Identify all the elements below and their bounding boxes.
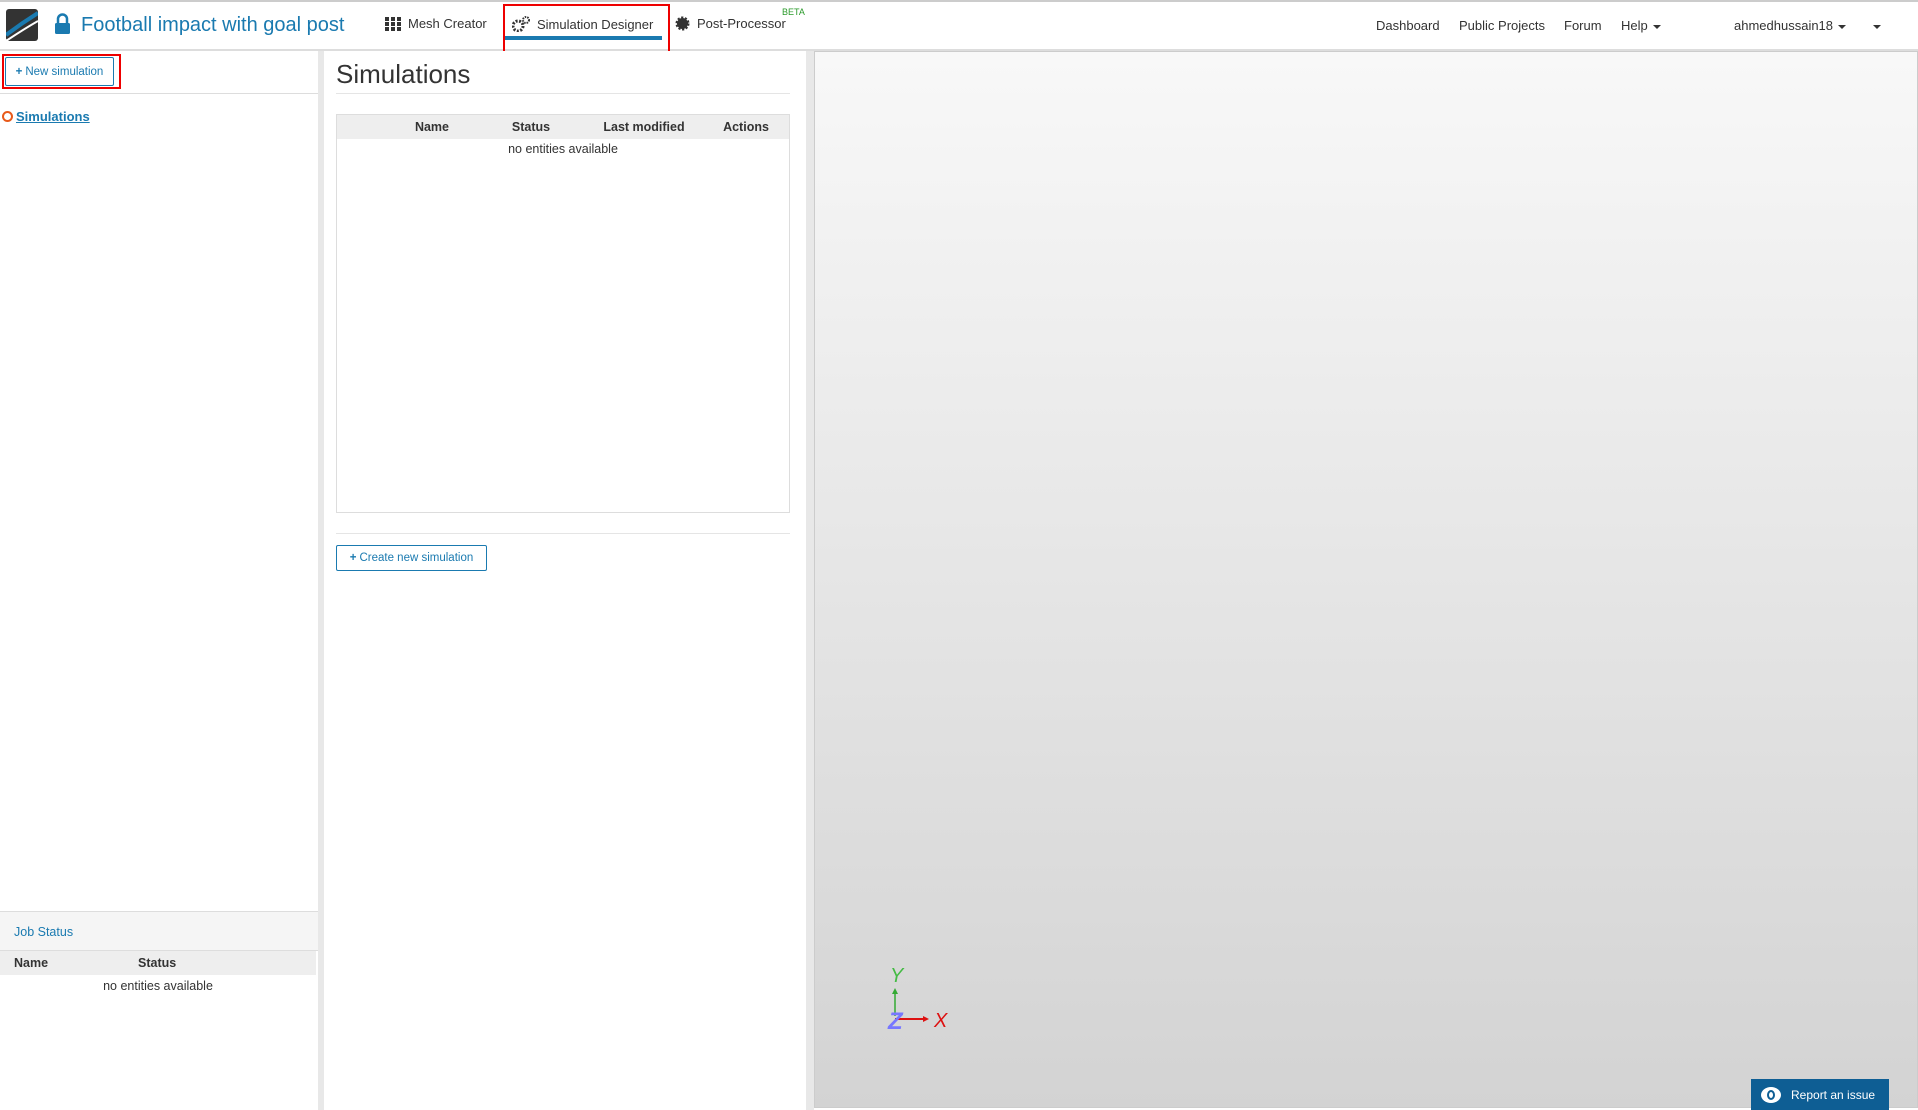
tab-label: Post-Processor xyxy=(697,16,786,31)
highlight-box xyxy=(2,54,121,89)
tab-label: Mesh Creator xyxy=(408,16,487,31)
caret-down-icon xyxy=(1652,24,1661,29)
divider xyxy=(336,533,790,534)
nav-public-projects[interactable]: Public Projects xyxy=(1459,18,1545,33)
3d-viewport[interactable]: Y Z X Report an issue xyxy=(814,51,1918,1110)
highlight-box xyxy=(503,4,670,53)
empty-message: no entities available xyxy=(103,979,213,993)
job-status-table: Name Status no entities available xyxy=(0,951,316,997)
feedback-icon xyxy=(1761,1086,1781,1103)
column-header-actions: Actions xyxy=(723,120,769,134)
username: ahmedhussain18 xyxy=(1734,18,1834,33)
gear-icon xyxy=(675,16,690,31)
divider xyxy=(336,93,790,94)
tree-item-label: Simulations xyxy=(16,109,90,124)
grid-icon xyxy=(385,16,401,31)
middle-panel: Simulations Name Status Last modified Ac… xyxy=(324,51,808,1110)
project-title: Football impact with goal post xyxy=(81,14,345,36)
app-logo[interactable] xyxy=(6,9,38,41)
button-label: Create new simulation xyxy=(359,552,474,564)
plus-icon: + xyxy=(349,552,357,564)
column-header-last-modified[interactable]: Last modified xyxy=(585,115,703,139)
help-label: Help xyxy=(1621,18,1648,33)
axis-y-label: Y xyxy=(890,965,904,987)
empty-message: no entities available xyxy=(508,142,618,156)
column-header-name[interactable]: Name xyxy=(337,115,477,139)
axis-z-label: Z xyxy=(888,1008,903,1035)
top-navbar: Football impact with goal post Mesh Crea… xyxy=(0,0,1918,53)
simulations-table: Name Status Last modified Actions no ent… xyxy=(336,114,790,513)
column-header-status[interactable]: Status xyxy=(100,951,316,975)
nav-forum[interactable]: Forum xyxy=(1564,18,1602,33)
right-splitter[interactable] xyxy=(806,51,814,1110)
button-label: Report an issue xyxy=(1791,1087,1876,1102)
nav-help[interactable]: Help xyxy=(1621,18,1661,33)
extra-menu[interactable] xyxy=(1868,18,1881,33)
status-circle-icon xyxy=(2,111,13,122)
caret-down-icon xyxy=(1838,24,1847,29)
page-title: Simulations xyxy=(336,59,471,89)
create-new-simulation-button[interactable]: + Create new simulation xyxy=(336,545,487,571)
job-status-title: Job Status xyxy=(0,912,318,951)
divider xyxy=(0,93,318,94)
column-header-status[interactable]: Status xyxy=(477,115,585,139)
tree-item-simulations[interactable]: Simulations xyxy=(2,109,90,124)
left-panel: + New simulation Simulations Job Status N… xyxy=(0,51,318,1110)
axis-x-label: X xyxy=(934,1010,948,1032)
tab-post-processor[interactable]: Post-Processor xyxy=(675,16,786,31)
caret-down-icon xyxy=(1873,24,1881,29)
report-issue-button[interactable]: Report an issue xyxy=(1751,1079,1889,1110)
column-header-name[interactable]: Name xyxy=(0,951,100,975)
nav-dashboard[interactable]: Dashboard xyxy=(1376,18,1440,33)
tab-mesh-creator[interactable]: Mesh Creator xyxy=(385,16,487,31)
lock-icon xyxy=(55,13,70,34)
beta-badge: BETA xyxy=(782,7,805,17)
job-status-panel: Job Status Name Status no entities availa… xyxy=(0,911,318,1110)
user-menu[interactable]: ahmedhussain18 xyxy=(1734,18,1847,33)
